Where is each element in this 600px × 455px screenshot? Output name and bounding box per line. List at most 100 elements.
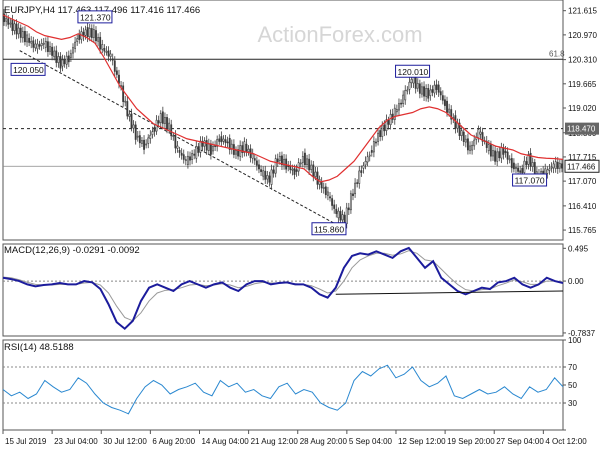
candle-body [435, 84, 438, 90]
candle-body [13, 23, 16, 31]
candle-body [489, 144, 492, 157]
candle-body [466, 138, 469, 151]
macd-signal-line [2, 250, 564, 322]
candle-body [364, 161, 367, 166]
candle-body [408, 81, 411, 90]
candle-body [186, 155, 189, 165]
candle-body [36, 43, 39, 50]
candle-body [293, 168, 296, 175]
candle-body [504, 150, 507, 153]
candle-body [295, 169, 298, 172]
candle-body [126, 101, 129, 117]
candle-body [247, 148, 250, 153]
price-annotation-label: 120.050 [13, 65, 44, 75]
x-tick-label: 21 Aug 12:00 [251, 437, 299, 446]
chart-svg: ActionForex.com EURJPY,H4 117.463 117.49… [2, 0, 600, 446]
candle-body [253, 158, 256, 161]
candle-body [88, 28, 91, 38]
candle-body [111, 58, 114, 61]
candle-body [59, 56, 62, 69]
x-tick-label: 6 Aug 20:00 [152, 437, 195, 446]
candle-body [218, 138, 221, 142]
x-tick-label: 14 Aug 04:00 [201, 437, 249, 446]
candle-body [109, 53, 112, 57]
candle-body [494, 150, 497, 162]
candle-body [51, 46, 54, 56]
candle-body [306, 158, 308, 165]
candle-body [74, 41, 77, 49]
candle-body [441, 95, 444, 101]
candle-body [145, 143, 148, 146]
candle-body [132, 124, 135, 129]
candle-body [431, 89, 434, 93]
candle-body [130, 113, 133, 129]
candle-body [264, 170, 267, 180]
fib-618-label: 61.8 [549, 49, 565, 58]
candle-body [561, 163, 563, 169]
candle-body [414, 77, 417, 89]
candle-body [381, 124, 384, 137]
candle-body [479, 131, 482, 135]
candle-body [184, 159, 187, 161]
candle-body [558, 162, 561, 169]
candle-body [15, 23, 18, 35]
x-tick-label: 5 Sep 04:00 [349, 437, 393, 446]
candle-body [345, 207, 348, 225]
candle-body [360, 170, 363, 173]
candle-body [439, 91, 442, 96]
candle-body [444, 99, 446, 106]
candle-body [57, 56, 60, 63]
candle-body [42, 42, 45, 45]
candle-body [30, 41, 33, 44]
candle-body [383, 124, 386, 132]
x-tick-label: 15 Jul 2019 [5, 437, 47, 446]
candle-body [172, 135, 175, 137]
candle-body [368, 154, 371, 157]
rsi-ytick-label: 100 [568, 336, 582, 345]
candle-body [122, 85, 125, 102]
candle-body [517, 167, 520, 172]
candle-body [512, 162, 515, 170]
candle-body [270, 169, 273, 185]
candle-body [69, 53, 72, 58]
candle-body [421, 86, 423, 95]
candle-body [21, 31, 24, 39]
candle-body [333, 204, 336, 209]
candle-body [266, 175, 269, 180]
rsi-ytick-label: 50 [568, 381, 577, 390]
candle-body [506, 151, 509, 160]
candle-body [531, 162, 534, 167]
candle-body [166, 117, 168, 130]
candle-body [469, 145, 471, 151]
candle-body [339, 211, 342, 221]
candle-body [316, 171, 319, 185]
candle-body [448, 108, 451, 113]
candle-body [406, 89, 409, 92]
candle-body [391, 113, 394, 120]
candle-body [168, 122, 171, 130]
candle-body [128, 113, 131, 117]
price-ytick-label: 117.070 [568, 177, 597, 186]
candle-body [251, 153, 254, 159]
candle-body [487, 144, 490, 152]
candle-body [393, 107, 396, 120]
x-tick-label: 28 Aug 20:00 [300, 437, 348, 446]
candle-body [366, 156, 369, 163]
candle-body [341, 214, 344, 221]
candle-body [118, 74, 120, 84]
candle-body [446, 100, 448, 113]
price-annotation-label: 121.370 [80, 12, 111, 22]
candle-body [556, 161, 559, 169]
candle-body [423, 86, 425, 97]
candle-body [308, 158, 311, 171]
price-ytick-label: 115.765 [568, 226, 597, 235]
candle-body [151, 131, 154, 135]
macd-title: MACD(12,26,9) -0.0291 -0.0092 [4, 245, 140, 256]
candle-body [32, 40, 35, 48]
candle-body [402, 94, 405, 104]
candle-body [398, 103, 400, 111]
candle-body [193, 153, 196, 156]
candle-body [136, 135, 139, 138]
candle-body [523, 160, 526, 173]
candle-body [262, 170, 265, 177]
